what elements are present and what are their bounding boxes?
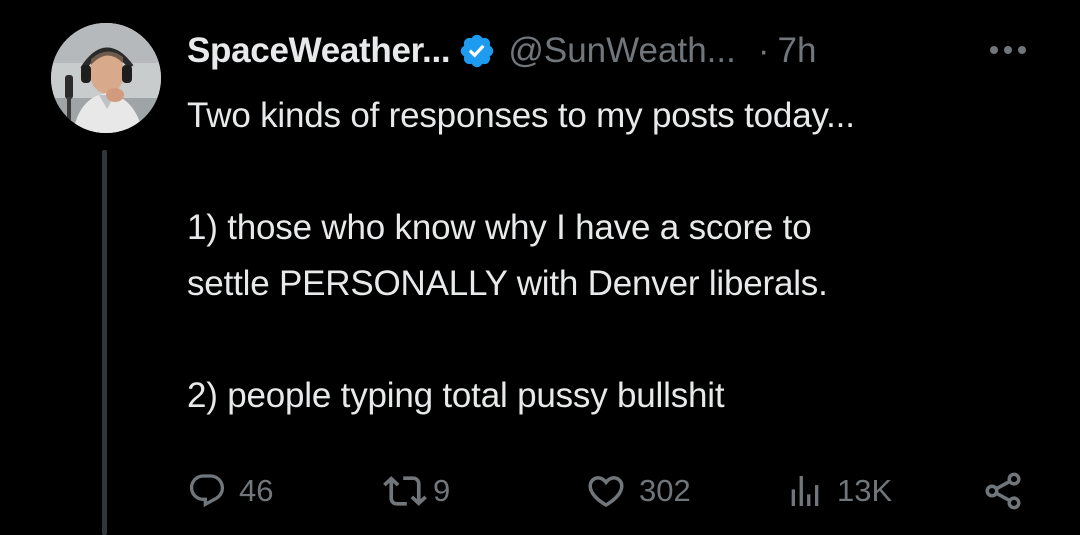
display-name[interactable]: SpaceWeather... bbox=[187, 31, 451, 71]
repost-count: 9 bbox=[433, 473, 451, 508]
tweet-line: 1) those who know why I have a score to bbox=[187, 208, 812, 247]
repost-button[interactable]: 9 bbox=[383, 466, 450, 516]
action-bar: 46 9 302 13K bbox=[187, 466, 1047, 516]
like-button[interactable]: 302 bbox=[585, 466, 691, 516]
reply-bubble-icon bbox=[189, 474, 225, 508]
reply-button[interactable]: 46 bbox=[187, 466, 273, 516]
share-icon bbox=[985, 472, 1021, 510]
views-count: 13K bbox=[837, 473, 893, 508]
more-options-button[interactable] bbox=[987, 32, 1029, 68]
tweet-line-blank bbox=[187, 312, 1057, 368]
more-horizontal-icon bbox=[990, 46, 1026, 54]
views-button[interactable]: 13K bbox=[785, 466, 892, 516]
thread-line bbox=[102, 150, 107, 535]
tweet-line: settle PERSONALLY with Denver liberals. bbox=[187, 264, 828, 303]
reply-count: 46 bbox=[239, 473, 274, 508]
heart-icon bbox=[588, 476, 624, 508]
tweet-line: Two kinds of responses to my posts today… bbox=[187, 96, 855, 135]
like-count: 302 bbox=[639, 473, 691, 508]
tweet-text: Two kinds of responses to my posts today… bbox=[187, 88, 1057, 424]
verified-badge-icon[interactable] bbox=[458, 32, 496, 70]
tweet-line: 2) people typing total pussy bullshit bbox=[187, 376, 725, 415]
repost-arrows-icon bbox=[383, 476, 427, 506]
timestamp[interactable]: 7h bbox=[777, 31, 816, 71]
bar-chart-icon bbox=[791, 476, 819, 506]
separator-dot: · bbox=[757, 31, 770, 70]
user-handle[interactable]: @SunWeath... bbox=[508, 31, 736, 71]
avatar[interactable] bbox=[51, 23, 161, 133]
share-button[interactable] bbox=[981, 466, 1025, 516]
tweet-header: SpaceWeather... @SunWeath... · 7h bbox=[187, 26, 816, 76]
tweet-line-blank bbox=[187, 144, 1057, 200]
